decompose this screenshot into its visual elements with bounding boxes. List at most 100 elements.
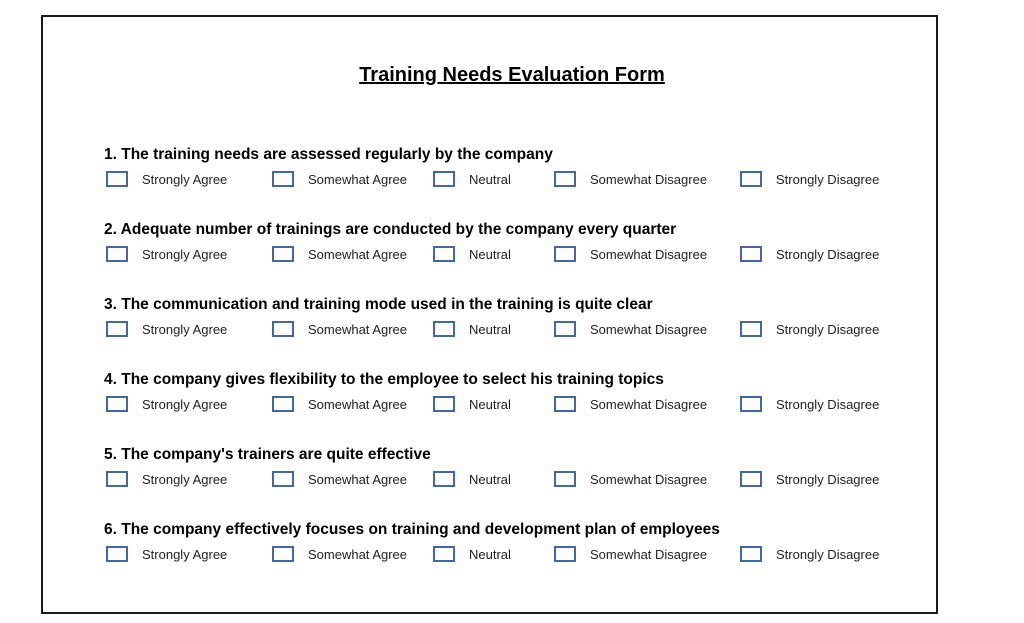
checkbox[interactable]: [272, 321, 294, 337]
question-3: 3. The communication and training mode u…: [104, 295, 904, 341]
checkbox[interactable]: [740, 171, 762, 187]
option-label: Neutral: [469, 321, 511, 337]
option-neutral[interactable]: Neutral: [433, 469, 511, 489]
question-text: 6. The company effectively focuses on tr…: [104, 521, 720, 538]
option-strongly-disagree[interactable]: Strongly Disagree: [740, 319, 879, 339]
option-label: Somewhat Agree: [308, 171, 408, 187]
option-label: Neutral: [469, 396, 511, 412]
option-label: Strongly Disagree: [776, 171, 880, 187]
checkbox[interactable]: [272, 171, 294, 187]
option-label: Somewhat Agree: [308, 396, 408, 412]
checkbox[interactable]: [740, 246, 762, 262]
checkbox[interactable]: [554, 471, 576, 487]
option-neutral[interactable]: Neutral: [433, 319, 511, 339]
option-label: Strongly Disagree: [776, 546, 880, 562]
option-label: Neutral: [469, 546, 511, 562]
option-strongly-disagree[interactable]: Strongly Disagree: [740, 544, 879, 564]
option-somewhat-agree[interactable]: Somewhat Agree: [272, 169, 407, 189]
option-somewhat-agree[interactable]: Somewhat Agree: [272, 319, 407, 339]
option-strongly-agree[interactable]: Strongly Agree: [106, 244, 227, 264]
option-label: Strongly Agree: [142, 321, 228, 337]
option-label: Somewhat Disagree: [590, 246, 708, 262]
question-2: 2. Adequate number of trainings are cond…: [104, 220, 904, 266]
option-label: Somewhat Agree: [308, 246, 408, 262]
option-somewhat-disagree[interactable]: Somewhat Disagree: [554, 244, 707, 264]
question-1: 1. The training needs are assessed regul…: [104, 145, 904, 191]
answer-options: Strongly Agree Somewhat Agree Neutral Somew…: [104, 394, 904, 416]
checkbox[interactable]: [106, 246, 128, 262]
checkbox[interactable]: [433, 321, 455, 337]
checkbox[interactable]: [740, 546, 762, 562]
question-text: 5. The company's trainers are quite effe…: [104, 446, 431, 463]
checkbox[interactable]: [554, 321, 576, 337]
checkbox[interactable]: [106, 171, 128, 187]
question-5: 5. The company's trainers are quite effe…: [104, 445, 904, 491]
option-strongly-agree[interactable]: Strongly Agree: [106, 394, 227, 414]
option-label: Somewhat Disagree: [590, 471, 708, 487]
checkbox[interactable]: [106, 471, 128, 487]
question-text: 3. The communication and training mode u…: [104, 296, 653, 313]
option-strongly-disagree[interactable]: Strongly Disagree: [740, 169, 879, 189]
option-strongly-disagree[interactable]: Strongly Disagree: [740, 244, 879, 264]
answer-options: Strongly Agree Somewhat Agree Neutral Somew…: [104, 244, 904, 266]
checkbox[interactable]: [433, 396, 455, 412]
option-label: Neutral: [469, 471, 511, 487]
option-neutral[interactable]: Neutral: [433, 169, 511, 189]
checkbox[interactable]: [740, 471, 762, 487]
checkbox[interactable]: [106, 321, 128, 337]
option-strongly-disagree[interactable]: Strongly Disagree: [740, 469, 879, 489]
checkbox[interactable]: [740, 321, 762, 337]
option-strongly-agree[interactable]: Strongly Agree: [106, 544, 227, 564]
option-somewhat-disagree[interactable]: Somewhat Disagree: [554, 169, 707, 189]
checkbox[interactable]: [433, 171, 455, 187]
option-label: Somewhat Agree: [308, 471, 408, 487]
checkbox[interactable]: [106, 546, 128, 562]
option-label: Strongly Disagree: [776, 471, 880, 487]
checkbox[interactable]: [433, 246, 455, 262]
option-somewhat-agree[interactable]: Somewhat Agree: [272, 244, 407, 264]
checkbox[interactable]: [272, 246, 294, 262]
option-somewhat-disagree[interactable]: Somewhat Disagree: [554, 394, 707, 414]
checkbox[interactable]: [554, 246, 576, 262]
option-label: Strongly Disagree: [776, 396, 880, 412]
question-text: 2. Adequate number of trainings are cond…: [104, 221, 677, 238]
option-neutral[interactable]: Neutral: [433, 394, 511, 414]
option-label: Strongly Disagree: [776, 321, 880, 337]
question-4: 4. The company gives flexibility to the …: [104, 370, 904, 416]
option-label: Somewhat Disagree: [590, 546, 708, 562]
answer-options: Strongly Agree Somewhat Agree Neutral Somew…: [104, 544, 904, 566]
checkbox[interactable]: [554, 171, 576, 187]
answer-options: Strongly Agree Somewhat Agree Neutral Somew…: [104, 469, 904, 491]
checkbox[interactable]: [740, 396, 762, 412]
option-neutral[interactable]: Neutral: [433, 544, 511, 564]
answer-options: Strongly Agree Somewhat Agree Neutral Somew…: [104, 169, 904, 191]
option-somewhat-agree[interactable]: Somewhat Agree: [272, 544, 407, 564]
checkbox[interactable]: [272, 471, 294, 487]
checkbox[interactable]: [106, 396, 128, 412]
option-strongly-agree[interactable]: Strongly Agree: [106, 319, 227, 339]
checkbox[interactable]: [433, 471, 455, 487]
option-neutral[interactable]: Neutral: [433, 244, 511, 264]
option-label: Neutral: [469, 171, 511, 187]
option-label: Somewhat Agree: [308, 546, 408, 562]
checkbox[interactable]: [554, 546, 576, 562]
option-strongly-disagree[interactable]: Strongly Disagree: [740, 394, 879, 414]
checkbox[interactable]: [272, 396, 294, 412]
option-somewhat-disagree[interactable]: Somewhat Disagree: [554, 319, 707, 339]
option-somewhat-agree[interactable]: Somewhat Agree: [272, 469, 407, 489]
checkbox[interactable]: [433, 546, 455, 562]
checkbox[interactable]: [554, 396, 576, 412]
form-title: Training Needs Evaluation Form: [359, 64, 665, 86]
option-somewhat-agree[interactable]: Somewhat Agree: [272, 394, 407, 414]
option-somewhat-disagree[interactable]: Somewhat Disagree: [554, 544, 707, 564]
option-label: Strongly Disagree: [776, 246, 880, 262]
checkbox[interactable]: [272, 546, 294, 562]
option-strongly-agree[interactable]: Strongly Agree: [106, 469, 227, 489]
option-label: Somewhat Disagree: [590, 396, 708, 412]
option-label: Neutral: [469, 246, 511, 262]
option-label: Strongly Agree: [142, 546, 228, 562]
option-label: Somewhat Disagree: [590, 321, 708, 337]
option-somewhat-disagree[interactable]: Somewhat Disagree: [554, 469, 707, 489]
question-text: 4. The company gives flexibility to the …: [104, 371, 664, 388]
option-strongly-agree[interactable]: Strongly Agree: [106, 169, 227, 189]
